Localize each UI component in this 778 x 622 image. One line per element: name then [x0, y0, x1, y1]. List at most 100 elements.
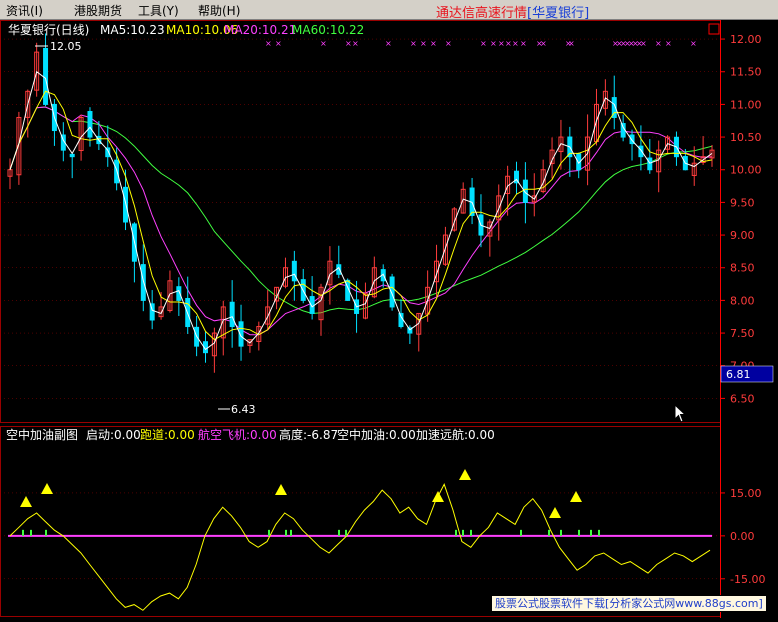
signal-triangle-icon	[41, 483, 53, 494]
kline-chart[interactable]: × × × × × × × × × × × × × × × × ×× ×× ×××××××× × × × 12.00 11.…	[0, 20, 778, 622]
indicator-bar	[285, 529, 287, 536]
price-tick-label: 11.50	[730, 66, 762, 79]
signal-triangle-icon	[275, 484, 287, 495]
price-tick-label: 8.00	[730, 294, 755, 307]
ma10-line	[9, 90, 713, 341]
price-tick-label: 12.00	[730, 33, 762, 46]
watermark-url: www.88gs.com]	[675, 597, 763, 610]
candle-body	[140, 264, 146, 301]
signal-x-mark: ×	[275, 39, 282, 48]
price-tick-label: 10.00	[730, 164, 762, 177]
indicator-tick-label: -15.00	[730, 573, 765, 586]
indicator-bar	[30, 529, 32, 536]
signal-x-mark: ×	[490, 39, 497, 48]
tdx-window: 资讯(I) 港股期货 工具(Y) 帮助(H) 通达信高速行情[华夏银行] × × ×…	[0, 0, 778, 622]
indicator-bar	[455, 529, 457, 536]
signal-x-mark: ×	[430, 39, 437, 48]
indicator-bar	[462, 529, 464, 536]
signal-triangle-icon	[432, 491, 444, 502]
indicator-bar	[338, 529, 340, 536]
menu-news[interactable]: 资讯(I)	[6, 2, 43, 19]
indicator-height-path	[9, 483, 711, 611]
indicator-bar	[22, 529, 24, 536]
price-tick-label: 10.50	[730, 131, 762, 144]
indicator-name: 空中加油副图	[6, 427, 78, 442]
stock-label: 华夏银行(日线)	[8, 23, 89, 37]
indicator-bar	[590, 529, 592, 536]
signal-triangle-icon	[549, 507, 561, 518]
candle-body	[336, 264, 342, 275]
ma5-path	[9, 70, 713, 351]
high-marker: 12.05	[50, 40, 82, 53]
indicator-bar	[548, 529, 550, 536]
indicator-tick-label: 15.00	[730, 487, 762, 500]
signal-x-mark: ×	[320, 39, 327, 48]
signal-x-mark: ×	[445, 39, 452, 48]
price-tick-label: 6.50	[730, 392, 755, 405]
indicator-bar	[578, 529, 580, 536]
signal-x-mark: ×	[352, 39, 359, 48]
signal-x-mark: ×	[420, 39, 427, 48]
ma10-path	[9, 90, 713, 341]
signal-x-mark: ×	[512, 39, 519, 48]
price-axis-ticks: 12.00 11.50 11.00 10.50 10.00 9.50 9.00 8.50 8.0…	[720, 33, 762, 405]
signal-marks: × × × × × × × × × × × × × × × × ×× ×× ×××××××× × × ×	[265, 39, 697, 48]
main-panel-frame	[0, 20, 721, 423]
indicator-bar	[290, 529, 292, 536]
price-tick-label: 11.00	[730, 98, 762, 111]
indicator-airplane: 航空飞机:0.00	[198, 427, 277, 442]
indicator-bar	[598, 529, 600, 536]
indicator-bar	[520, 529, 522, 536]
signal-x-mark: ×	[505, 39, 512, 48]
indicator-bar	[470, 529, 472, 536]
candlesticks	[7, 33, 715, 373]
menu-tools[interactable]: 工具(Y)	[138, 2, 179, 19]
indicator-accel: 加速远航:0.00	[416, 427, 495, 442]
ma5-legend: MA5:10.23	[100, 23, 165, 37]
signal-x-mark: ×	[410, 39, 417, 48]
indicator-bar	[560, 529, 562, 536]
signal-x-mark: ×	[665, 39, 672, 48]
candle-body	[291, 260, 297, 282]
signal-x-mark: ×	[655, 39, 662, 48]
app-title: 通达信高速行情[华夏银行]	[436, 2, 589, 21]
signal-x-mark: ×	[265, 39, 272, 48]
signal-x-mark: ×	[640, 39, 647, 48]
candle-body	[620, 123, 626, 138]
chart-area[interactable]: × × × × × × × × × × × × × × × × × × × × × × × × × × × × × × × 12.00 11.…	[0, 20, 778, 622]
signal-x-mark: ×	[540, 39, 547, 48]
candle-body	[43, 47, 49, 105]
panel-toggle-icon[interactable]	[708, 23, 720, 35]
price-tick-label: 9.50	[730, 196, 755, 209]
menu-bar: 资讯(I) 港股期货 工具(Y) 帮助(H) 通达信高速行情[华夏银行]	[0, 0, 778, 21]
candle-body	[87, 111, 93, 138]
app-title-broker: [华夏银行]	[527, 6, 590, 21]
signal-triangle-icon	[20, 496, 32, 507]
app-title-main: 通达信高速行情	[436, 6, 528, 21]
watermark-banner: 股票公式股票软件下载[分析家公式网www.88gs.com]	[491, 595, 767, 612]
ma60-legend: MA60:10.22	[292, 23, 364, 37]
signal-x-mark: ×	[690, 39, 697, 48]
candle-body	[647, 157, 653, 171]
mouse-cursor-icon	[674, 404, 687, 423]
main-grid	[0, 38, 720, 399]
candle-body	[69, 153, 75, 158]
signal-x-mark: ×	[498, 39, 505, 48]
indicator-tick-label: 0.00	[730, 530, 755, 543]
indicator-runway: 跑道:0.00	[140, 428, 195, 442]
indicator-bar	[45, 529, 47, 536]
indicator-height: 高度:-6.87	[279, 427, 338, 442]
menu-help[interactable]: 帮助(H)	[198, 2, 240, 19]
price-tick-label: 7.50	[730, 327, 755, 340]
signal-x-mark: ×	[520, 39, 527, 48]
indicator-bar	[268, 529, 270, 536]
indicator-start: 启动:0.00	[86, 428, 141, 442]
signal-triangle-icon	[459, 469, 471, 480]
menu-hk-futures[interactable]: 港股期货	[74, 2, 122, 19]
indicator-bar	[345, 529, 347, 536]
signal-x-mark: ×	[345, 39, 352, 48]
signal-x-mark: ×	[568, 39, 575, 48]
low-marker: 6.43	[231, 403, 256, 416]
signal-x-mark: ×	[385, 39, 392, 48]
watermark-text: 股票公式股票软件下载[分析家公式网	[495, 597, 676, 610]
